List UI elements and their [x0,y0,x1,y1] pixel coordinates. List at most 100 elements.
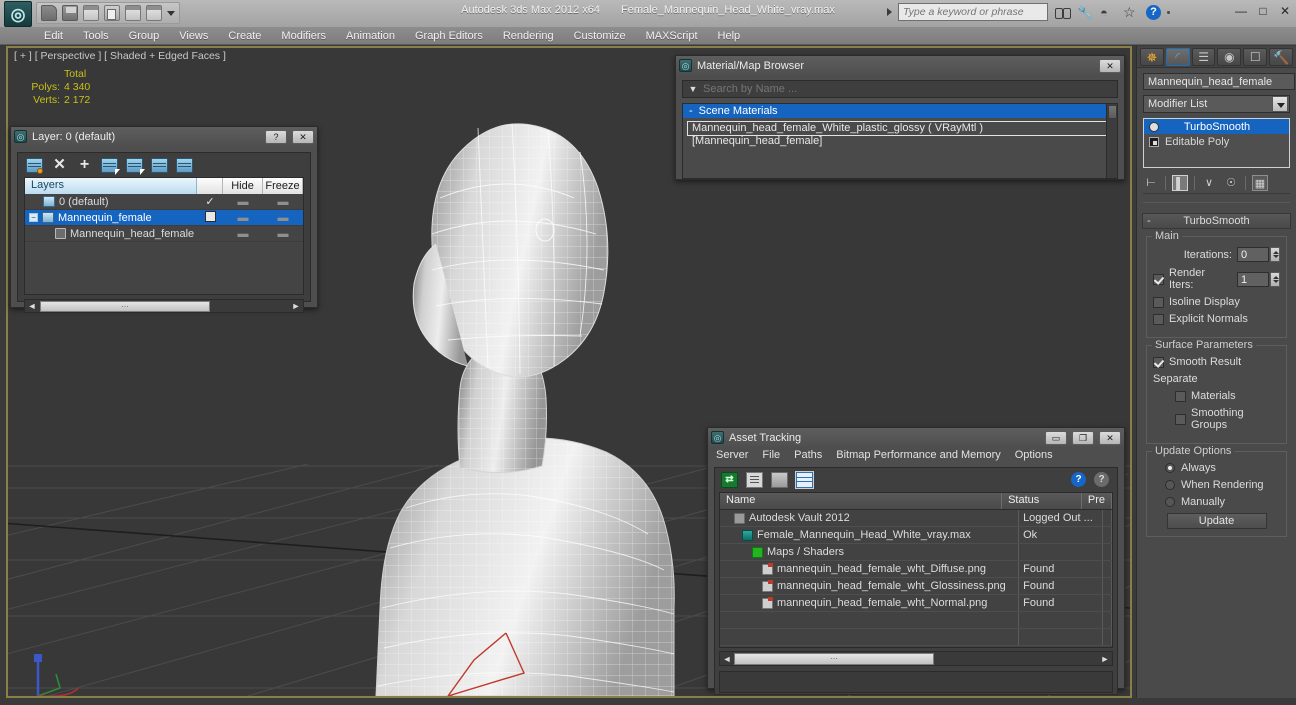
at-menu-server[interactable]: Server [716,449,748,461]
at-menu-file[interactable]: File [762,449,780,461]
materials-row[interactable]: Materials [1153,390,1280,402]
layer-freeze-cell[interactable]: ▬ [263,196,303,208]
render-iters-checkbox[interactable] [1153,273,1164,285]
dropdown-dot-icon[interactable] [1167,10,1170,14]
layer-hide-cell[interactable]: ▬ [223,212,263,224]
scroll-left-icon[interactable]: ◄ [25,301,39,311]
table-row[interactable] [720,629,1112,646]
motion-tab[interactable]: ◉ [1217,47,1242,66]
asset-tracking-restore-button[interactable]: ❐ [1072,430,1094,445]
layer-row-mannequin-female[interactable]: − Mannequin_female ▬ ▬ [25,210,303,226]
table-row[interactable]: Maps / Shaders [720,544,1112,561]
layer-list[interactable]: Layers Hide Freeze 0 (default) ✓ ▬ ▬ − M… [24,177,304,295]
update-button[interactable]: Update [1166,513,1267,529]
layer-dialog-help-button[interactable]: ? [265,129,287,144]
search-input[interactable] [898,3,1048,21]
asset-table[interactable]: Name Status Pre Autodesk Vault 2012 Logg… [719,492,1113,648]
material-browser-close-button[interactable]: ✕ [1099,58,1121,73]
refresh-icon[interactable]: ⇄ [721,472,738,488]
help-icon[interactable]: ? [1071,472,1086,487]
menu-item-tools[interactable]: Tools [83,30,109,42]
menu-item-views[interactable]: Views [179,30,208,42]
close-button[interactable]: ✕ [1278,4,1292,18]
at-menu-paths[interactable]: Paths [794,449,822,461]
table-row[interactable]: Autodesk Vault 2012 Logged Out ... [720,510,1112,527]
layer-dialog[interactable]: ◎ Layer: 0 (default) ? ✕ ✕ + Layers Hide [10,126,318,313]
maximize-button[interactable]: □ [1256,4,1270,18]
menu-item-customize[interactable]: Customize [574,30,626,42]
column-header-pre[interactable]: Pre [1082,493,1112,509]
material-search-bar[interactable]: ▼ [682,80,1118,98]
scroll-right-icon[interactable]: ► [289,301,303,311]
table-row[interactable]: Female_Mannequin_Head_White_vray.max Ok [720,527,1112,544]
table-row[interactable]: mannequin_head_female_wht_Normal.png Fou… [720,595,1112,612]
column-header-name[interactable]: Name [720,493,1003,509]
utilities-tab[interactable]: 🔨 [1269,47,1293,66]
delete-layer-icon[interactable]: ✕ [51,157,68,173]
scroll-right-icon[interactable]: ► [1098,654,1112,664]
isoline-display-checkbox[interactable] [1153,296,1164,308]
update-manually-row[interactable]: Manually [1153,496,1280,508]
menu-item-rendering[interactable]: Rendering [503,30,554,42]
update-when-rendering-radio[interactable] [1165,480,1175,490]
display-tab[interactable]: ☐ [1243,47,1268,66]
material-search-input[interactable] [703,83,1117,95]
star-icon[interactable]: ☆ [1123,4,1140,21]
material-list-scrollbar[interactable] [1106,104,1117,178]
add-to-layer-icon[interactable]: + [76,156,93,173]
scroll-left-icon[interactable]: ◄ [720,654,734,664]
asset-tracking-titlebar[interactable]: ◎ Asset Tracking ▭ ❐ ✕ [708,428,1124,447]
wrench-icon[interactable]: 🔧 [1077,4,1094,21]
help-icon[interactable]: ? [1146,4,1161,20]
render-iters-spinner[interactable] [1270,271,1280,287]
detail-view-icon[interactable] [771,472,788,488]
remove-modifier-icon[interactable]: ☉ [1223,175,1239,191]
layer-visibility-check[interactable]: ✓ [197,195,223,208]
modify-tab[interactable]: ◜ [1165,47,1190,66]
layer-freeze-cell[interactable]: ▬ [263,212,303,224]
rollout-expander-icon[interactable]: - [1147,214,1151,229]
materials-checkbox[interactable] [1175,390,1186,402]
menu-item-animation[interactable]: Animation [346,30,395,42]
at-menu-options[interactable]: Options [1015,449,1053,461]
smooth-result-checkbox[interactable] [1153,356,1164,368]
create-new-layer-icon[interactable] [26,157,43,174]
modifier-stack[interactable]: TurboSmooth Editable Poly [1143,118,1290,168]
explicit-normals-checkbox[interactable] [1153,313,1164,325]
modifier-stack-item-turbosmooth[interactable]: TurboSmooth [1144,119,1289,134]
at-menu-bitmap-performance[interactable]: Bitmap Performance and Memory [836,449,1000,461]
binoculars-icon[interactable] [1054,4,1071,21]
asset-tracking-close-button[interactable]: ✕ [1099,430,1121,445]
satellite-icon[interactable]: ◓ [1100,4,1117,21]
modifier-stack-item-editable-poly[interactable]: Editable Poly [1144,134,1289,149]
material-list[interactable]: - Scene Materials Mannequin_head_female_… [682,103,1118,179]
chevron-right-icon[interactable] [887,8,892,16]
scene-materials-group[interactable]: - Scene Materials [683,104,1117,118]
material-browser-titlebar[interactable]: ◎ Material/Map Browser ✕ [676,56,1124,75]
menu-item-group[interactable]: Group [129,30,160,42]
list-view-icon[interactable] [746,472,763,488]
iterations-value[interactable]: 0 [1237,247,1269,262]
layer-dialog-titlebar[interactable]: ◎ Layer: 0 (default) ? ✕ [11,127,317,146]
table-row[interactable]: mannequin_head_female_wht_Diffuse.png Fo… [720,561,1112,578]
update-always-row[interactable]: Always [1153,462,1280,474]
group-expander-icon[interactable]: - [689,104,693,118]
menu-item-modifiers[interactable]: Modifiers [281,30,326,42]
menu-item-edit[interactable]: Edit [44,30,63,42]
smoothing-groups-row[interactable]: Smoothing Groups [1153,407,1280,431]
update-manually-radio[interactable] [1165,497,1175,507]
create-tab[interactable]: ✵ [1140,47,1164,66]
modifier-list-dropdown[interactable]: Modifier List [1143,95,1290,113]
material-map-browser-dialog[interactable]: ◎ Material/Map Browser ✕ ▼ - Scene Mater… [675,55,1125,180]
explicit-normals-row[interactable]: Explicit Normals [1153,313,1280,325]
show-end-result-icon[interactable]: ▌ [1172,174,1188,191]
select-objects-in-layer-icon[interactable] [101,157,120,175]
layer-hide-cell[interactable]: ▬ [223,196,263,208]
smoothing-groups-checkbox[interactable] [1175,413,1186,425]
layer-row-mannequin-head-female[interactable]: Mannequin_head_female ▬ ▬ [25,226,303,242]
select-highlighted-layer-icon[interactable] [126,157,145,175]
pin-stack-icon[interactable]: ⊢ [1143,175,1159,191]
table-row[interactable] [720,612,1112,629]
context-help-icon[interactable]: ? [1094,472,1109,487]
grid-view-icon[interactable] [795,471,814,489]
